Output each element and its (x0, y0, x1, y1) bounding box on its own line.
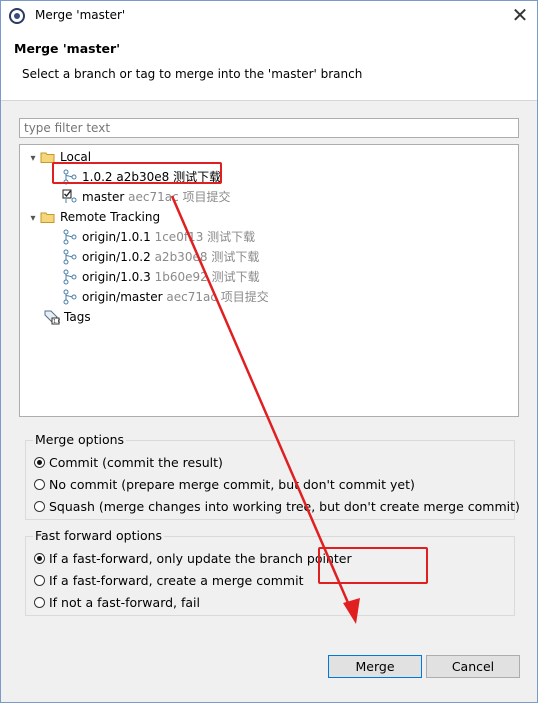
tree-label-tags: Tags (64, 310, 91, 324)
dialog-banner: Merge 'master' Select a branch or tag to… (1, 31, 537, 101)
title-bar: Merge 'master' ✕ (1, 1, 537, 31)
close-icon[interactable]: ✕ (509, 3, 531, 27)
radio-unselected[interactable] (34, 501, 45, 512)
tree-node-tags[interactable]: 1.0 Tags (44, 307, 91, 327)
ff-option-update-pointer[interactable]: If a fast-forward, only update the branc… (34, 549, 352, 569)
branch-icon (62, 289, 78, 305)
tree-node-remote-tracking[interactable]: ▾ Remote Tracking (26, 207, 160, 227)
annotation-highlight-merge (318, 547, 428, 584)
window-title: Merge 'master' (35, 8, 126, 22)
option-label: If a fast-forward, create a merge commit (49, 573, 304, 588)
ff-option-create-commit[interactable]: If a fast-forward, create a merge commit (34, 571, 303, 591)
fast-forward-legend: Fast forward options (33, 528, 165, 543)
tree-item-local-master[interactable]: master aec71ac 项目提交 (62, 187, 231, 207)
option-label: No commit (prepare merge commit, but don… (49, 477, 415, 492)
option-label: If not a fast-forward, fail (49, 595, 201, 610)
dialog-description: Select a branch or tag to merge into the… (22, 67, 363, 81)
radio-unselected[interactable] (34, 597, 45, 608)
merge-dialog: Merge 'master' ✕ Merge 'master' Select a… (0, 0, 538, 703)
branch-hash: 1ce0f13 (154, 230, 204, 244)
branch-hash: a2b30e8 (154, 250, 208, 264)
branch-name: origin/1.0.1 (82, 230, 151, 244)
merge-options-legend: Merge options (33, 432, 127, 447)
folder-icon (40, 212, 55, 223)
expand-icon[interactable]: ▾ (26, 149, 40, 169)
merge-option-commit[interactable]: Commit (commit the result) (34, 453, 223, 473)
tree-label-remote: Remote Tracking (60, 210, 161, 224)
dialog-heading: Merge 'master' (14, 41, 121, 56)
merge-option-no-commit[interactable]: No commit (prepare merge commit, but don… (34, 475, 415, 495)
branch-hash: aec71ac (166, 290, 217, 304)
branch-name: origin/1.0.2 (82, 250, 151, 264)
branch-message: 测试下载 (211, 250, 260, 264)
branch-name: origin/master (82, 290, 163, 304)
tags-icon: 1.0 (44, 309, 61, 325)
radio-selected[interactable] (34, 553, 45, 564)
branch-hash: aec71ac (128, 190, 179, 204)
branch-icon (62, 269, 78, 285)
ff-option-fail[interactable]: If not a fast-forward, fail (34, 593, 200, 613)
branch-message: 测试下载 (211, 270, 260, 284)
eclipse-icon (9, 8, 25, 24)
svg-text:1.0: 1.0 (53, 319, 60, 325)
checked-out-branch-icon (62, 189, 78, 205)
option-label: Commit (commit the result) (49, 455, 223, 470)
tree-item-remote[interactable]: origin/1.0.3 1b60e92 测试下载 (62, 267, 260, 287)
branch-icon (62, 249, 78, 265)
branch-message: 测试下载 (207, 230, 256, 244)
tree-item-remote[interactable]: origin/master aec71ac 项目提交 (62, 287, 269, 307)
merge-options-group: Merge options Commit (commit the result)… (25, 432, 520, 520)
branch-icon (62, 229, 78, 245)
option-label: If a fast-forward, only update the branc… (49, 551, 352, 566)
radio-unselected[interactable] (34, 479, 45, 490)
annotation-highlight-branch (52, 162, 222, 184)
branch-hash: 1b60e92 (154, 270, 208, 284)
radio-selected[interactable] (34, 457, 45, 468)
expand-icon[interactable]: ▾ (26, 209, 40, 229)
fast-forward-group: Fast forward options If a fast-forward, … (25, 528, 515, 616)
merge-option-squash[interactable]: Squash (merge changes into working tree,… (34, 497, 520, 517)
branch-message: 项目提交 (182, 190, 231, 204)
branch-name: master (82, 190, 125, 204)
dialog-body: ▾Local 1.0.2 a2b30e8 测试下载 master aec71ac… (1, 101, 537, 702)
filter-input[interactable] (19, 118, 519, 138)
branch-tree[interactable]: ▾ Local 1.0.2 a2b30e8 测试下载 master aec71ac… (19, 144, 519, 417)
option-label: Squash (merge changes into working tree,… (49, 499, 520, 514)
tree-item-remote[interactable]: origin/1.0.2 a2b30e8 测试下载 (62, 247, 259, 267)
tree-item-remote[interactable]: origin/1.0.1 1ce0f13 测试下载 (62, 227, 255, 247)
cancel-button[interactable]: Cancel (426, 655, 520, 678)
branch-message: 项目提交 (220, 290, 269, 304)
branch-name: origin/1.0.3 (82, 270, 151, 284)
radio-unselected[interactable] (34, 575, 45, 586)
merge-button[interactable]: Merge (328, 655, 422, 678)
